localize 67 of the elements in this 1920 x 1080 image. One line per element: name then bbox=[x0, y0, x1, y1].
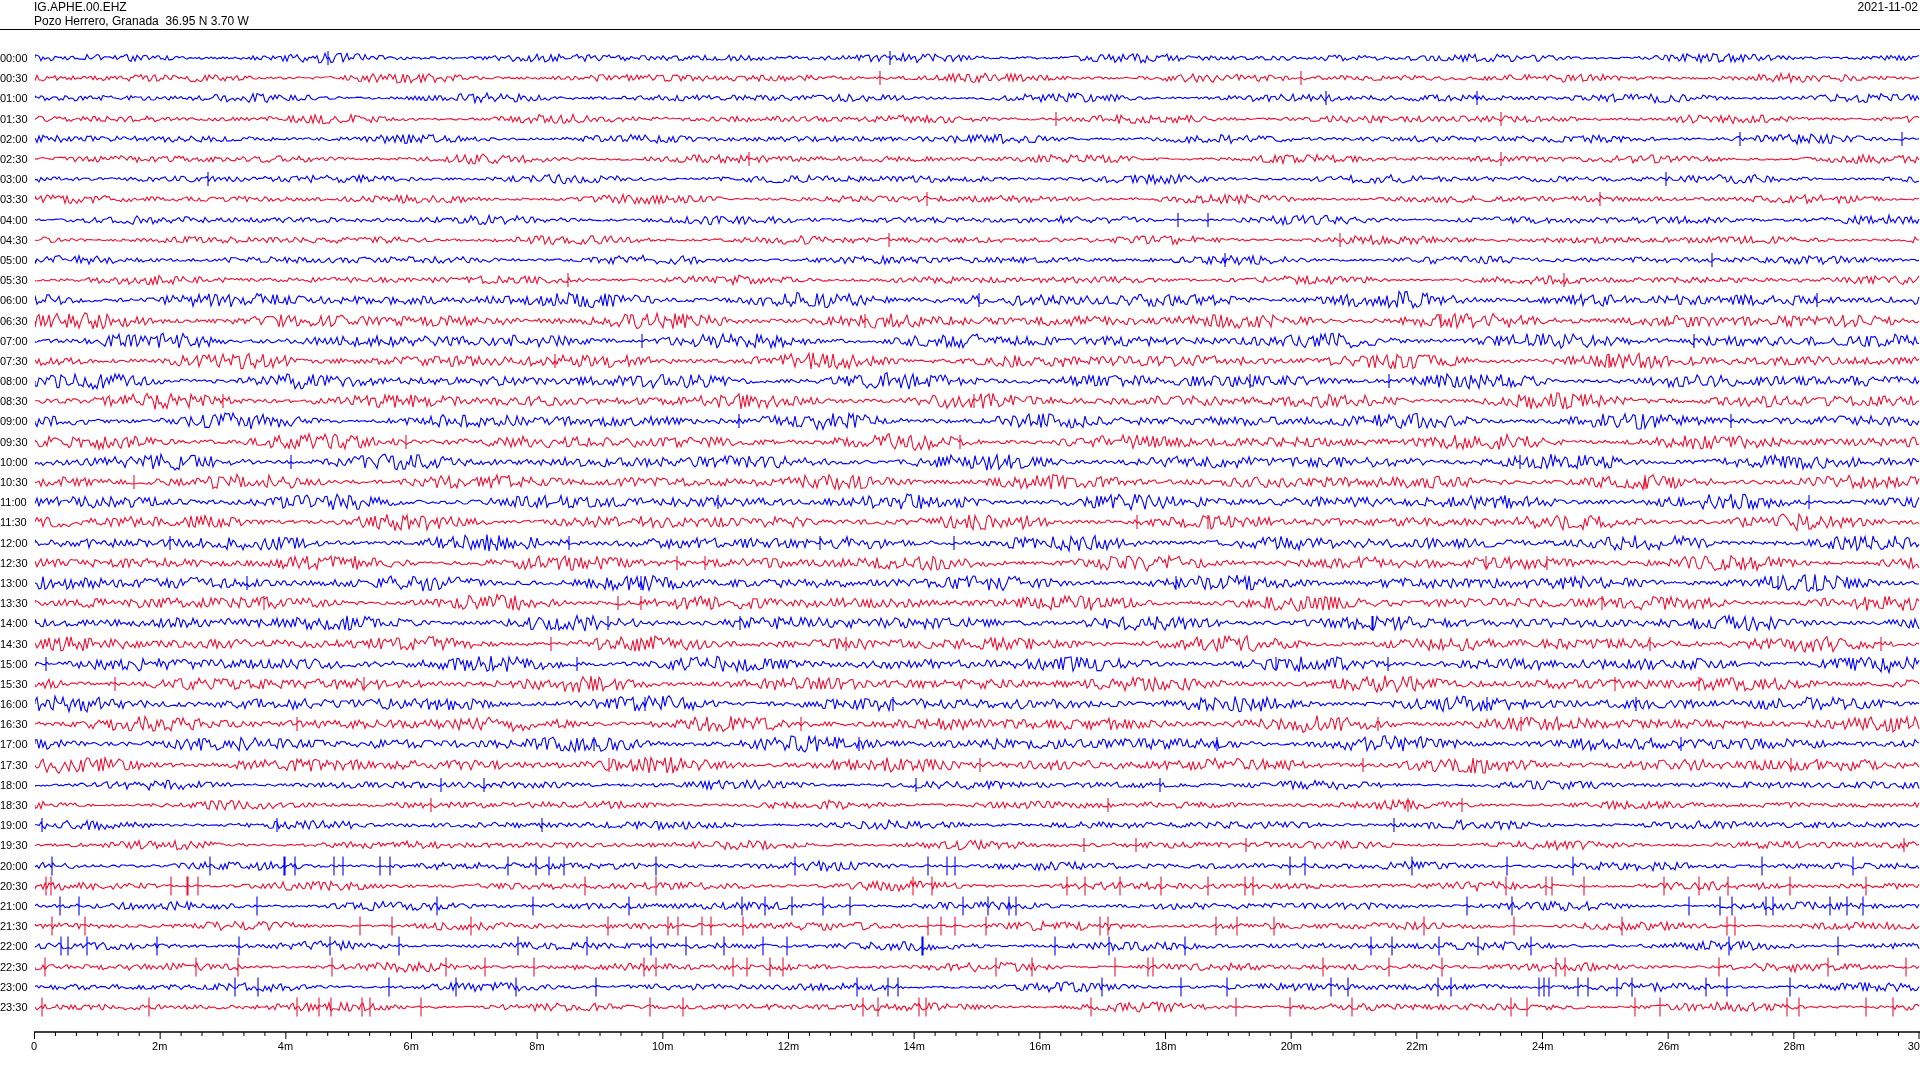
time-label: 10:00 bbox=[0, 455, 29, 468]
time-label: 22:00 bbox=[0, 940, 29, 953]
time-label: 07:00 bbox=[0, 334, 29, 347]
time-label: 01:30 bbox=[0, 112, 29, 125]
time-label: 22:30 bbox=[0, 960, 29, 973]
time-label: 09:30 bbox=[0, 435, 29, 448]
time-label: 05:00 bbox=[0, 253, 29, 266]
time-label: 23:00 bbox=[0, 980, 29, 993]
time-label: 14:30 bbox=[0, 637, 29, 650]
time-label: 11:00 bbox=[0, 496, 28, 509]
time-label: 14:00 bbox=[0, 617, 29, 630]
time-label: 18:30 bbox=[0, 799, 29, 812]
axis-tick-label: 12m bbox=[777, 1040, 800, 1052]
time-label: 09:00 bbox=[0, 415, 29, 428]
time-label: 11:30 bbox=[0, 516, 28, 529]
time-label: 17:00 bbox=[0, 738, 29, 751]
time-label: 06:00 bbox=[0, 294, 29, 307]
time-label: 16:30 bbox=[0, 718, 29, 731]
time-label: 00:00 bbox=[0, 52, 29, 65]
axis-tick-label: 26m bbox=[1657, 1040, 1680, 1052]
axis-tick-label: 10m bbox=[651, 1040, 674, 1052]
time-label: 20:30 bbox=[0, 879, 29, 892]
time-label: 05:30 bbox=[0, 274, 29, 287]
time-label: 21:00 bbox=[0, 899, 29, 912]
axis-tick-label: 6m bbox=[403, 1040, 419, 1052]
time-label: 17:30 bbox=[0, 758, 29, 771]
axis-tick-label: 28m bbox=[1783, 1040, 1805, 1052]
time-label: 04:00 bbox=[0, 213, 29, 226]
time-label: 15:30 bbox=[0, 677, 29, 690]
time-label: 19:00 bbox=[0, 819, 29, 832]
time-label: 01:00 bbox=[0, 92, 29, 105]
record-date: 2021-11-02 bbox=[1857, 0, 1919, 14]
axis-tick-label: 0 bbox=[30, 1040, 38, 1052]
time-label: 04:30 bbox=[0, 233, 29, 246]
time-label: 23:30 bbox=[0, 1000, 29, 1013]
axis-tick-label: 22m bbox=[1406, 1040, 1428, 1052]
axis-tick-label: 16m bbox=[1029, 1040, 1051, 1052]
time-label: 00:30 bbox=[0, 72, 29, 85]
time-label: 08:30 bbox=[0, 395, 29, 408]
axis-tick-label: 30 bbox=[1907, 1040, 1920, 1052]
time-label: 21:30 bbox=[0, 920, 29, 933]
time-label: 07:30 bbox=[0, 354, 29, 367]
axis-tick-label: 14m bbox=[903, 1040, 925, 1052]
time-label: 03:30 bbox=[0, 193, 29, 206]
time-label: 08:00 bbox=[0, 375, 29, 388]
station-code: IG.APHE.00.EHZ bbox=[34, 0, 128, 14]
time-label: 10:30 bbox=[0, 476, 29, 489]
time-label: 02:00 bbox=[0, 132, 29, 145]
axis-tick-label: 8m bbox=[529, 1040, 545, 1052]
time-label: 03:00 bbox=[0, 173, 29, 186]
station-location: Pozo Herrero, Granada 36.95 N 3.70 W bbox=[34, 14, 249, 28]
axis-tick-label: 4m bbox=[277, 1040, 294, 1052]
time-label: 18:00 bbox=[0, 778, 29, 791]
axis-tick-label: 2m bbox=[152, 1040, 168, 1052]
axis-tick-label: 18m bbox=[1154, 1040, 1177, 1052]
time-label: 13:00 bbox=[0, 576, 29, 589]
time-label: 16:00 bbox=[0, 698, 29, 711]
time-label: 20:00 bbox=[0, 859, 29, 872]
time-label: 06:30 bbox=[0, 314, 29, 327]
time-label: 15:00 bbox=[0, 657, 29, 670]
axis-tick-label: 20m bbox=[1280, 1040, 1303, 1052]
time-label: 12:00 bbox=[0, 536, 29, 549]
time-label: 19:30 bbox=[0, 839, 29, 852]
time-label: 02:30 bbox=[0, 153, 29, 166]
time-label: 13:30 bbox=[0, 597, 29, 610]
axis-tick-label: 24m bbox=[1532, 1040, 1554, 1052]
time-label: 12:30 bbox=[0, 556, 29, 569]
